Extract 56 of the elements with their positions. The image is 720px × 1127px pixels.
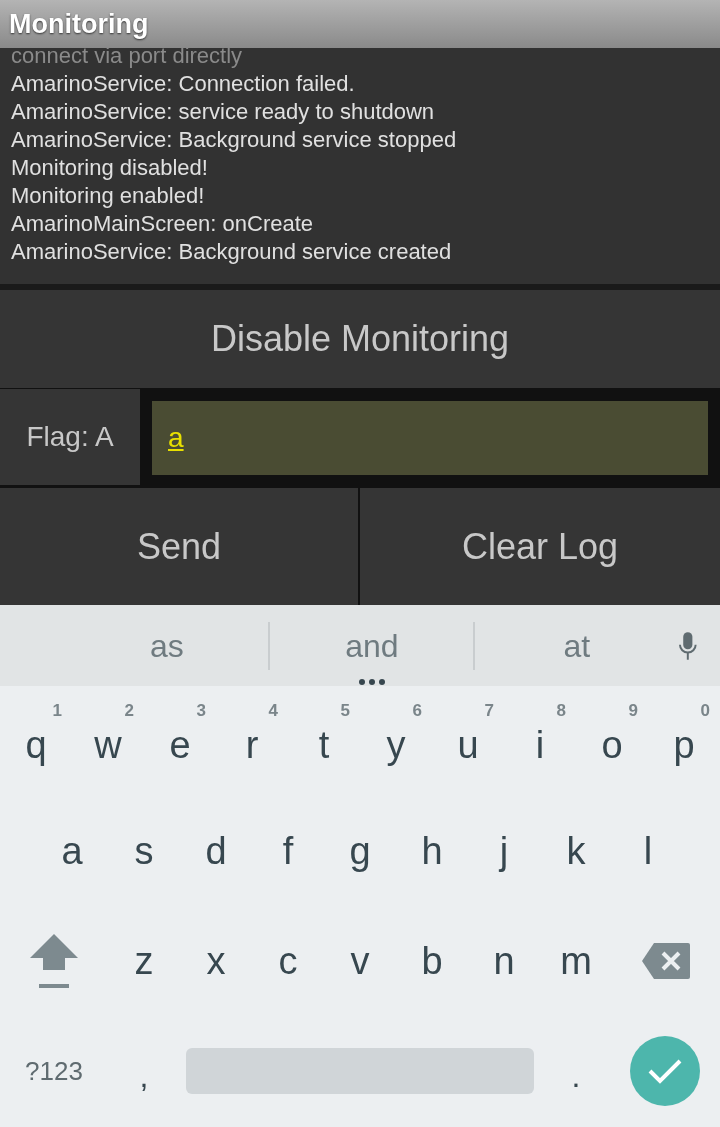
key[interactable]: h — [396, 796, 468, 906]
log-line: AmarinoService: service ready to shutdown — [11, 98, 435, 126]
number-hint: 2 — [124, 702, 134, 719]
checkmark-icon — [648, 1058, 682, 1084]
window-title: Monitoring — [9, 10, 149, 38]
backspace-icon[interactable] — [642, 943, 690, 979]
number-hint: 8 — [556, 702, 566, 719]
number-hint: 1 — [52, 702, 62, 719]
log-line: AmarinoMainScreen: onCreate — [11, 210, 314, 238]
key[interactable]: q 1 — [0, 686, 72, 796]
key[interactable]: j — [468, 796, 540, 906]
flag-input-field[interactable]: a — [152, 401, 708, 475]
comma-key[interactable]: , — [108, 1026, 180, 1116]
key[interactable]: z — [108, 906, 180, 1016]
key[interactable]: v — [324, 906, 396, 1016]
flag-label: Flag: A — [0, 389, 140, 485]
number-hint: 3 — [196, 702, 206, 719]
more-dots-icon — [357, 677, 388, 686]
disable-monitoring-button[interactable]: Disable Monitoring — [0, 290, 720, 388]
key[interactable]: f — [252, 796, 324, 906]
key[interactable]: y 6 — [360, 686, 432, 796]
send-button[interactable]: Send — [0, 488, 358, 605]
log-line: AmarinoService: Background service stopped — [11, 126, 457, 154]
key[interactable]: p 0 — [648, 686, 720, 796]
number-hint: 4 — [268, 702, 278, 719]
key[interactable]: g — [324, 796, 396, 906]
key[interactable]: n — [468, 906, 540, 1016]
log-line: AmarinoService: Background service created — [11, 238, 452, 266]
key[interactable]: k — [540, 796, 612, 906]
log-line: AmarinoService: Connection failed. — [11, 70, 355, 98]
key[interactable]: s — [108, 796, 180, 906]
key[interactable]: a — [36, 796, 108, 906]
key[interactable]: d — [180, 796, 252, 906]
log-line: Monitoring enabled! — [11, 182, 205, 210]
key[interactable]: e 3 — [144, 686, 216, 796]
key[interactable]: x — [180, 906, 252, 1016]
key[interactable]: m — [540, 906, 612, 1016]
number-hint: 6 — [412, 702, 422, 719]
shift-icon[interactable] — [29, 932, 79, 990]
number-hint: 0 — [700, 702, 710, 719]
key[interactable]: w 2 — [72, 686, 144, 796]
key[interactable]: i 8 — [504, 686, 576, 796]
key[interactable]: t 5 — [288, 686, 360, 796]
key[interactable]: o 9 — [576, 686, 648, 796]
clear-log-button[interactable]: Clear Log — [360, 488, 720, 605]
period-key[interactable]: . — [540, 1026, 612, 1116]
number-hint: 7 — [484, 702, 494, 719]
key[interactable]: r 4 — [216, 686, 288, 796]
key[interactable]: u 7 — [432, 686, 504, 796]
log-line: Monitoring disabled! — [11, 154, 208, 182]
key[interactable]: b — [396, 906, 468, 1016]
symbols-key[interactable]: ?123 — [0, 1026, 108, 1116]
key[interactable]: c — [252, 906, 324, 1016]
number-hint: 9 — [628, 702, 638, 719]
number-hint: 5 — [340, 702, 350, 719]
key[interactable]: l — [612, 796, 684, 906]
